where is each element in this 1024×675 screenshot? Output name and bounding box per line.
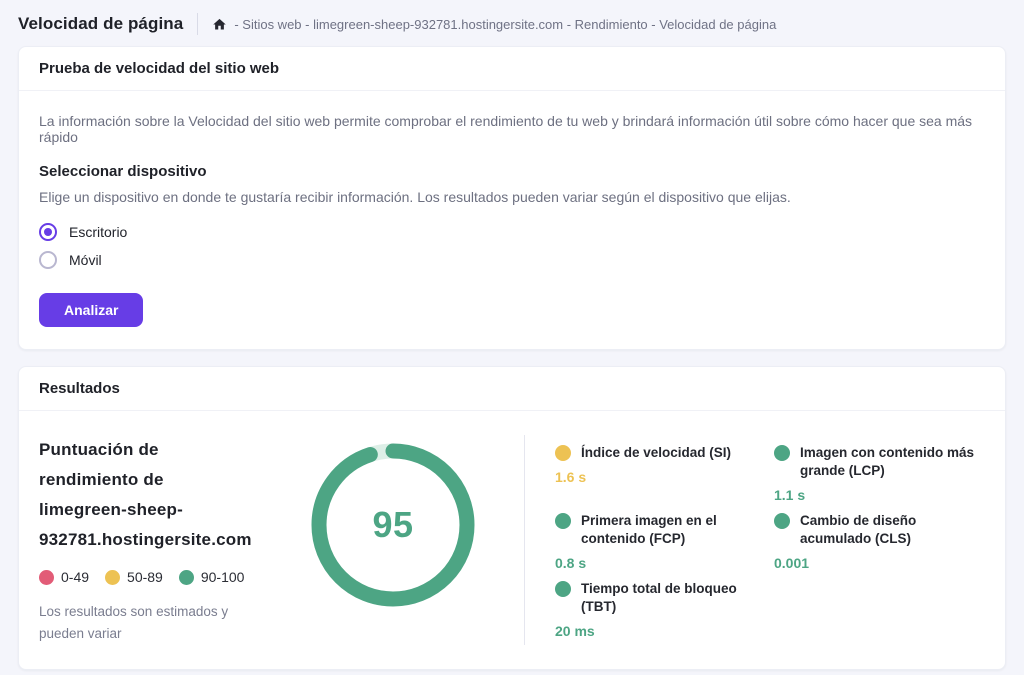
- legend-item-low: 0-49: [39, 569, 89, 585]
- legend-dot-yellow: [105, 570, 120, 585]
- page-title: Velocidad de página: [18, 14, 183, 34]
- speed-test-card-header: Prueba de velocidad del sitio web: [19, 47, 1005, 91]
- metric-status-dot: [774, 445, 790, 461]
- device-section-title: Seleccionar dispositivo: [39, 163, 985, 180]
- metric-si: Índice de velocidad (SI) 1.6 s: [555, 444, 760, 503]
- score-legend: 0-49 50-89 90-100: [39, 569, 289, 585]
- results-card-title: Resultados: [39, 380, 985, 397]
- device-section-hint: Elige un dispositivo en donde te gustarí…: [39, 189, 985, 205]
- radio-option-movil[interactable]: Móvil: [39, 251, 102, 269]
- metric-value: 1.1 s: [774, 487, 989, 503]
- results-card: Resultados Puntuación de rendimiento de …: [18, 366, 1006, 670]
- legend-item-mid: 50-89: [105, 569, 163, 585]
- legend-dot-green: [179, 570, 194, 585]
- results-card-header: Resultados: [19, 367, 1005, 411]
- metric-value: 20 ms: [555, 623, 760, 639]
- top-bar: Velocidad de página - Sitios web - limeg…: [0, 0, 1024, 46]
- breadcrumb-trail: - Sitios web - limegreen-sheep-932781.ho…: [234, 17, 776, 32]
- metric-value: 0.8 s: [555, 555, 760, 571]
- home-icon[interactable]: [212, 17, 227, 32]
- score-gauge: 95: [289, 435, 524, 645]
- legend-item-high: 90-100: [179, 569, 245, 585]
- metric-status-dot: [555, 581, 571, 597]
- performance-score-title: Puntuación de rendimiento de limegreen-s…: [39, 435, 239, 555]
- radio-button-icon[interactable]: [39, 251, 57, 269]
- metric-status-dot: [555, 513, 571, 529]
- metric-fcp: Primera imagen en el contenido (FCP) 0.8…: [555, 512, 760, 571]
- results-card-body: Puntuación de rendimiento de limegreen-s…: [19, 411, 1005, 669]
- title-separator: [197, 13, 198, 35]
- metric-tbt: Tiempo total de bloqueo (TBT) 20 ms: [555, 580, 760, 639]
- speed-test-card: Prueba de velocidad del sitio web La inf…: [18, 46, 1006, 350]
- speed-test-card-title: Prueba de velocidad del sitio web: [39, 60, 985, 77]
- metric-status-dot: [555, 445, 571, 461]
- gauge-score-value: 95: [311, 443, 475, 607]
- metric-value: 1.6 s: [555, 469, 760, 485]
- metrics-panel: Índice de velocidad (SI) 1.6 s Imagen co…: [524, 435, 989, 645]
- metric-cls: Cambio de diseño acumulado (CLS) 0.001: [774, 512, 989, 571]
- metric-lcp: Imagen con contenido más grande (LCP) 1.…: [774, 444, 989, 503]
- results-disclaimer: Los resultados son estimados y pueden va…: [39, 601, 244, 645]
- speed-test-card-body: La información sobre la Velocidad del si…: [19, 91, 1005, 349]
- analyze-button[interactable]: Analizar: [39, 293, 143, 327]
- score-info-panel: Puntuación de rendimiento de limegreen-s…: [39, 435, 289, 645]
- metric-value: 0.001: [774, 555, 989, 571]
- breadcrumb[interactable]: - Sitios web - limegreen-sheep-932781.ho…: [212, 17, 776, 32]
- radio-option-escritorio[interactable]: Escritorio: [39, 223, 127, 241]
- radio-label: Escritorio: [69, 224, 127, 240]
- metric-status-dot: [774, 513, 790, 529]
- radio-label: Móvil: [69, 252, 102, 268]
- speed-test-description: La información sobre la Velocidad del si…: [39, 113, 985, 145]
- legend-dot-red: [39, 570, 54, 585]
- radio-button-icon[interactable]: [39, 223, 57, 241]
- device-radio-group: Escritorio Móvil: [39, 223, 985, 269]
